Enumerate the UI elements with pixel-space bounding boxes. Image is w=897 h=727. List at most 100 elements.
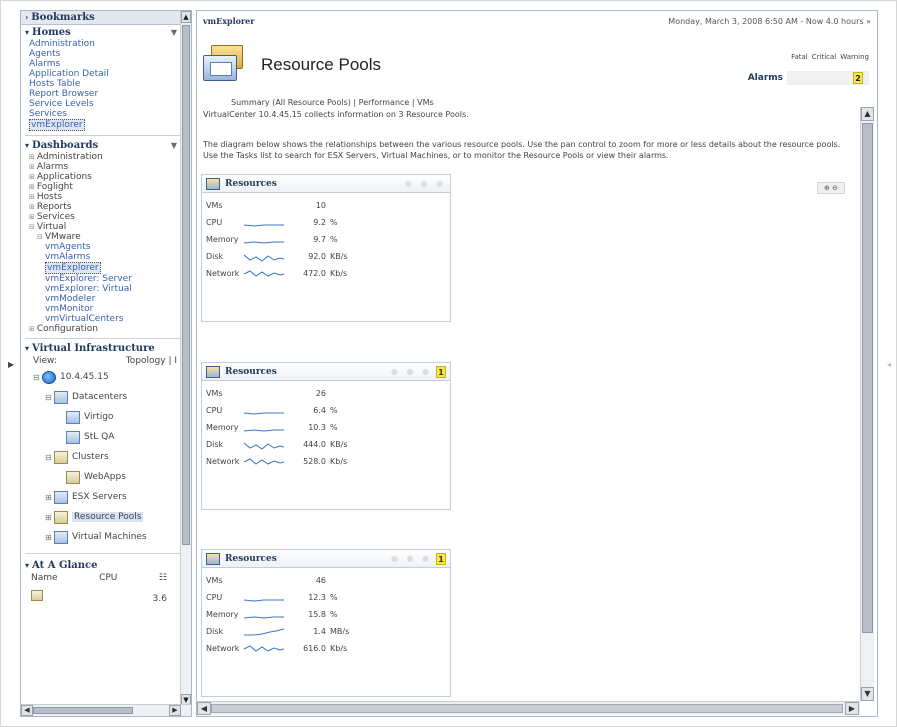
homes-link[interactable]: Hosts Table: [29, 79, 181, 89]
tree-expander-icon[interactable]: ⊞: [45, 533, 54, 542]
summary-link[interactable]: Summary (All Resource Pools): [231, 98, 351, 107]
tree-expander-icon[interactable]: ⊟: [29, 223, 35, 231]
tree-expander-icon[interactable]: ⊞: [29, 163, 35, 171]
scroll-left-arrow-icon[interactable]: ◀: [21, 705, 33, 716]
tree-expander-icon[interactable]: ⊞: [45, 493, 54, 502]
dashboard-tree-item[interactable]: vmVirtualCenters: [29, 314, 181, 324]
infrastructure-tree-item[interactable]: Virtigo: [33, 407, 181, 427]
homes-link[interactable]: Application Detail: [29, 69, 181, 79]
card-header[interactable]: Resources ● ● ● 1: [202, 550, 450, 568]
tree-expander-icon[interactable]: ⊞: [29, 203, 35, 211]
homes-link[interactable]: Alarms: [29, 59, 181, 69]
expand-right-arrow-icon[interactable]: ◂: [887, 360, 891, 369]
dashboard-tree-item[interactable]: ⊞ Services: [29, 212, 181, 222]
infrastructure-tree-item[interactable]: ⊟ Datacenters: [33, 387, 181, 407]
tree-expander-icon[interactable]: ⊞: [29, 325, 35, 333]
infrastructure-tree-item[interactable]: ⊞ Resource Pools: [33, 507, 181, 527]
net-sparkline: [243, 269, 285, 277]
dashboard-tree-item[interactable]: vmAlarms: [29, 252, 181, 262]
performance-link[interactable]: Performance: [359, 98, 410, 107]
scroll-up-arrow-icon[interactable]: ▲: [181, 11, 191, 23]
dashboard-tree-item[interactable]: ⊟ VMware: [29, 232, 181, 242]
scrollbar-thumb[interactable]: [33, 707, 133, 714]
main-horizontal-scrollbar[interactable]: ◀ ▶: [197, 701, 860, 715]
warning-alarm-badge[interactable]: 2: [853, 72, 863, 84]
dashboards-header[interactable]: ▾ Dashboards ▼: [21, 138, 181, 152]
time-range-selector[interactable]: Monday, March 3, 2008 6:50 AM - Now 4.0 …: [668, 17, 871, 26]
dashboard-tree-item[interactable]: vmExplorer: [29, 262, 181, 274]
tree-expander-icon[interactable]: ⊟: [45, 453, 54, 462]
view-selector[interactable]: View: Topology | I: [21, 355, 181, 367]
name-column-header[interactable]: Name: [31, 573, 58, 583]
zoom-control[interactable]: ⊕ ⊖: [817, 182, 845, 194]
homes-link[interactable]: Services: [29, 109, 181, 119]
tree-expander-icon[interactable]: ⊞: [29, 193, 35, 201]
vms-link[interactable]: VMs: [417, 98, 434, 107]
sidebar-horizontal-scrollbar[interactable]: ◀ ▶: [21, 704, 191, 716]
resource-pool-card[interactable]: Resources ● ● ● VMs 10 CPU 9.2% Memory 9.7% Disk…: [201, 174, 451, 322]
sidebar-vertical-scrollbar[interactable]: ▲ ▼: [180, 11, 191, 706]
tree-expander-icon[interactable]: ⊞: [45, 513, 54, 522]
infrastructure-tree-item[interactable]: StL QA: [33, 427, 181, 447]
tree-expander-icon[interactable]: ⊟: [37, 233, 43, 241]
scroll-up-arrow-icon[interactable]: ▲: [861, 107, 874, 121]
scrollbar-thumb[interactable]: [862, 123, 873, 633]
expand-left-arrow-icon[interactable]: ▶: [8, 360, 14, 369]
warning-alarm-badge[interactable]: 1: [436, 552, 446, 565]
infrastructure-tree-item[interactable]: WebApps: [33, 467, 181, 487]
cpu-column-header[interactable]: CPU: [99, 573, 117, 583]
infrastructure-tree-item[interactable]: ⊞ Virtual Machines: [33, 527, 181, 547]
dashboard-tree-item[interactable]: ⊞ Configuration: [29, 324, 181, 334]
dashboard-tree-item[interactable]: ⊞ Administration: [29, 152, 181, 162]
infrastructure-tree-item[interactable]: ⊟ Clusters: [33, 447, 181, 467]
dashboard-tree-item[interactable]: ⊞ Hosts: [29, 192, 181, 202]
homes-header[interactable]: ▾ Homes ▼: [21, 25, 181, 39]
dashboard-tree-item[interactable]: vmExplorer: Server: [29, 274, 181, 284]
scroll-down-arrow-icon[interactable]: ▼: [861, 687, 874, 701]
tree-expander-icon[interactable]: ⊟: [33, 373, 42, 382]
tree-expander-icon[interactable]: ⊞: [29, 153, 35, 161]
tree-expander-icon[interactable]: ⊞: [29, 173, 35, 181]
infrastructure-tree-item[interactable]: ⊞ ESX Servers: [33, 487, 181, 507]
dashboard-tree-item[interactable]: ⊞ Foglight: [29, 182, 181, 192]
at-a-glance-row[interactable]: 3.6: [21, 587, 171, 604]
dashboard-tree-item[interactable]: ⊞ Alarms: [29, 162, 181, 172]
homes-link[interactable]: Agents: [29, 49, 181, 59]
column-chooser-icon[interactable]: ☷: [159, 573, 167, 583]
cpu-value: 12.3: [308, 593, 326, 602]
warning-alarm-badge[interactable]: 1: [436, 365, 446, 378]
view-value[interactable]: Topology | I: [126, 356, 177, 366]
pin-icon[interactable]: ▼: [171, 27, 177, 37]
dashboard-tree-item[interactable]: vmExplorer: Virtual: [29, 284, 181, 294]
scroll-right-arrow-icon[interactable]: ▶: [845, 702, 859, 715]
resource-pool-card[interactable]: Resources ● ● ● 1 VMs 46 CPU 12.3% Memory 15.8% D…: [201, 549, 451, 697]
resource-pool-card[interactable]: Resources ● ● ● 1 VMs 26 CPU 6.4% Memory 10.3% Di…: [201, 362, 451, 510]
homes-link[interactable]: vmExplorer: [29, 119, 85, 131]
dashboard-tree-item[interactable]: vmModeler: [29, 294, 181, 304]
card-header[interactable]: Resources ● ● ● 1: [202, 363, 450, 381]
tree-expander-icon[interactable]: ⊟: [45, 393, 54, 402]
dashboard-tree-item[interactable]: ⊞ Reports: [29, 202, 181, 212]
homes-link[interactable]: Service Levels: [29, 99, 181, 109]
scrollbar-thumb[interactable]: [211, 704, 843, 713]
at-a-glance-header[interactable]: ▾ At A Glance: [21, 558, 181, 572]
infrastructure-tree-item[interactable]: ⊟ 10.4.45.15: [33, 367, 181, 387]
dashboard-tree-item[interactable]: ⊟ Virtual: [29, 222, 181, 232]
bookmarks-header[interactable]: › Bookmarks: [21, 11, 181, 25]
pin-icon[interactable]: ▼: [171, 140, 177, 150]
dashboard-tree-item[interactable]: vmAgents: [29, 242, 181, 252]
homes-link[interactable]: Report Browser: [29, 89, 181, 99]
homes-link[interactable]: Administration: [29, 39, 181, 49]
net-label: Network: [206, 644, 240, 653]
scrollbar-thumb[interactable]: [182, 25, 190, 545]
scroll-right-arrow-icon[interactable]: ▶: [169, 705, 181, 716]
virtual-infrastructure-header[interactable]: ▾ Virtual Infrastructure: [21, 341, 181, 355]
dashboard-tree-item[interactable]: vmMonitor: [29, 304, 181, 314]
main-vertical-scrollbar[interactable]: ▲ ▼: [860, 107, 874, 701]
tree-expander-icon[interactable]: ⊞: [29, 213, 35, 221]
net-value: 528.0: [303, 457, 326, 466]
scroll-left-arrow-icon[interactable]: ◀: [197, 702, 211, 715]
card-header[interactable]: Resources ● ● ●: [202, 175, 450, 193]
tree-expander-icon[interactable]: ⊞: [29, 183, 35, 191]
dashboard-tree-item[interactable]: ⊞ Applications: [29, 172, 181, 182]
